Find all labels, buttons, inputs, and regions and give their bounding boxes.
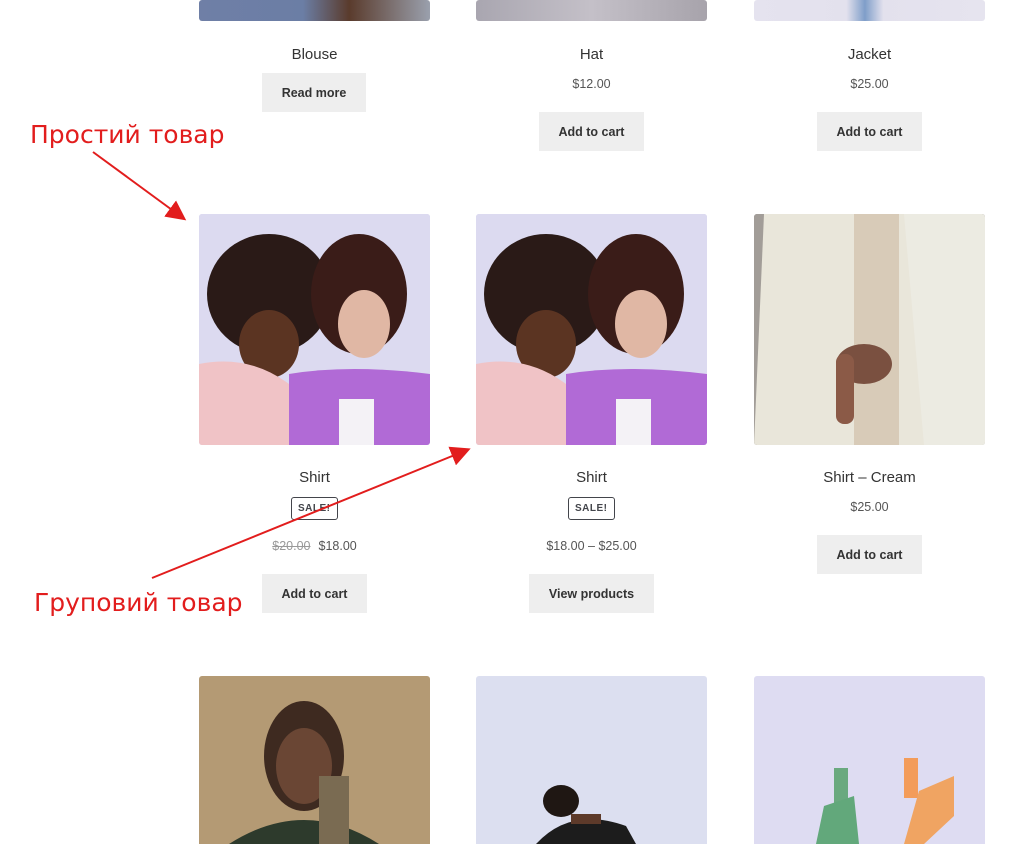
product-price: $25.00 [850, 77, 889, 91]
product-price: $12.00 [572, 77, 611, 91]
view-products-button[interactable]: View products [529, 574, 654, 613]
product-price: $25.00 [850, 500, 889, 514]
add-to-cart-button[interactable]: Add to cart [817, 535, 922, 574]
product-title[interactable]: Jacket [754, 46, 985, 63]
read-more-button[interactable]: Read more [262, 73, 366, 112]
product-title[interactable]: Blouse [199, 46, 430, 63]
product-image-row3-3[interactable] [754, 676, 985, 844]
product-price: $20.00 $18.00 [199, 539, 430, 553]
product-title[interactable]: Hat [476, 46, 707, 63]
product-image-row3-1[interactable] [199, 676, 430, 844]
product-title[interactable]: Shirt – Cream [754, 469, 985, 486]
sale-price: $18.00 [318, 539, 357, 553]
sale-badge: SALE! [291, 497, 338, 520]
product-image-row3-2[interactable] [476, 676, 707, 844]
product-image-hat[interactable] [476, 0, 707, 21]
product-title[interactable]: Shirt [476, 469, 707, 486]
product-image-blouse[interactable] [199, 0, 430, 21]
product-image-shirt[interactable] [199, 214, 430, 445]
sale-badge: SALE! [568, 497, 615, 520]
add-to-cart-button[interactable]: Add to cart [817, 112, 922, 151]
add-to-cart-button[interactable]: Add to cart [539, 112, 644, 151]
arrow-to-simple-product [92, 151, 187, 221]
annotation-simple-product: Простий товар [30, 120, 225, 149]
product-image-shirt-grouped[interactable] [476, 214, 707, 445]
product-image-shirt-cream[interactable] [754, 214, 985, 445]
annotation-grouped-product: Груповий товар [34, 588, 243, 617]
product-image-jacket[interactable] [754, 0, 985, 21]
old-price: $20.00 [272, 539, 311, 553]
product-price-range: $18.00 – $25.00 [546, 539, 637, 553]
product-title[interactable]: Shirt [199, 469, 430, 486]
add-to-cart-button[interactable]: Add to cart [262, 574, 367, 613]
